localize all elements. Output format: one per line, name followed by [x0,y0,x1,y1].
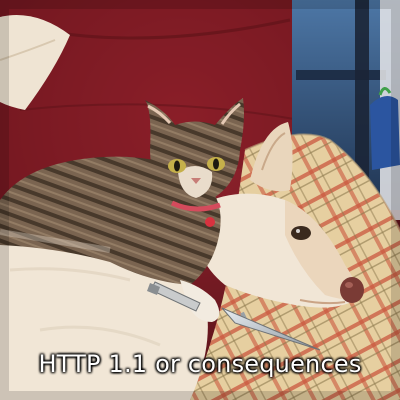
collar-bell [205,217,215,227]
dog-eye [291,226,311,240]
photo-illustration [0,0,400,400]
meme-image: HTTP 1.1 or consequences [0,0,400,400]
dog-nose [340,277,364,303]
meme-caption: HTTP 1.1 or consequences [38,350,362,378]
